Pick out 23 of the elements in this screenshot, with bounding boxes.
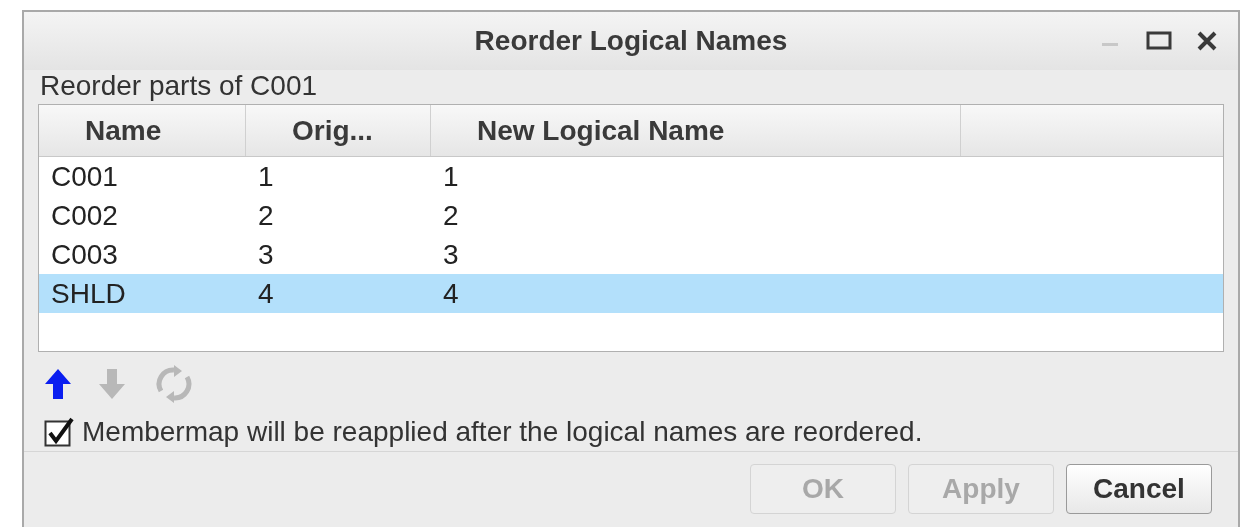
checkbox[interactable] (44, 416, 74, 447)
maximize-icon[interactable] (1146, 30, 1172, 52)
table-row[interactable]: SHLD 4 4 (39, 274, 1223, 313)
subtitle-text: Reorder parts of C001 (39, 70, 319, 102)
table-cell-text: 1 (257, 159, 275, 194)
column-header[interactable]: Orig... (246, 105, 431, 156)
arrow-up-icon[interactable] (44, 367, 72, 401)
column-header[interactable]: New Logical Name (431, 105, 961, 156)
table-cell-text: 4 (442, 276, 460, 311)
column-header[interactable]: Name (39, 105, 246, 156)
table-cell-text: 2 (257, 198, 275, 233)
window-title: Reorder Logical Names (474, 24, 788, 58)
table-cell-text: 3 (442, 237, 460, 272)
table-cell-text: 1 (442, 159, 460, 194)
table-cell-text: C001 (50, 159, 119, 194)
table-cell-text: 3 (257, 237, 275, 272)
table-cell-text: C002 (50, 198, 119, 233)
table-cell-text: C003 (50, 237, 119, 272)
table-cell-text: SHLD (50, 276, 127, 311)
table-cell-text: 2 (442, 198, 460, 233)
checkbox-label: Membermap will be reapplied after the logical names are reordered. (82, 414, 923, 449)
table-cell-text: 4 (257, 276, 275, 311)
dialog-button[interactable]: Cancel (1066, 464, 1212, 514)
